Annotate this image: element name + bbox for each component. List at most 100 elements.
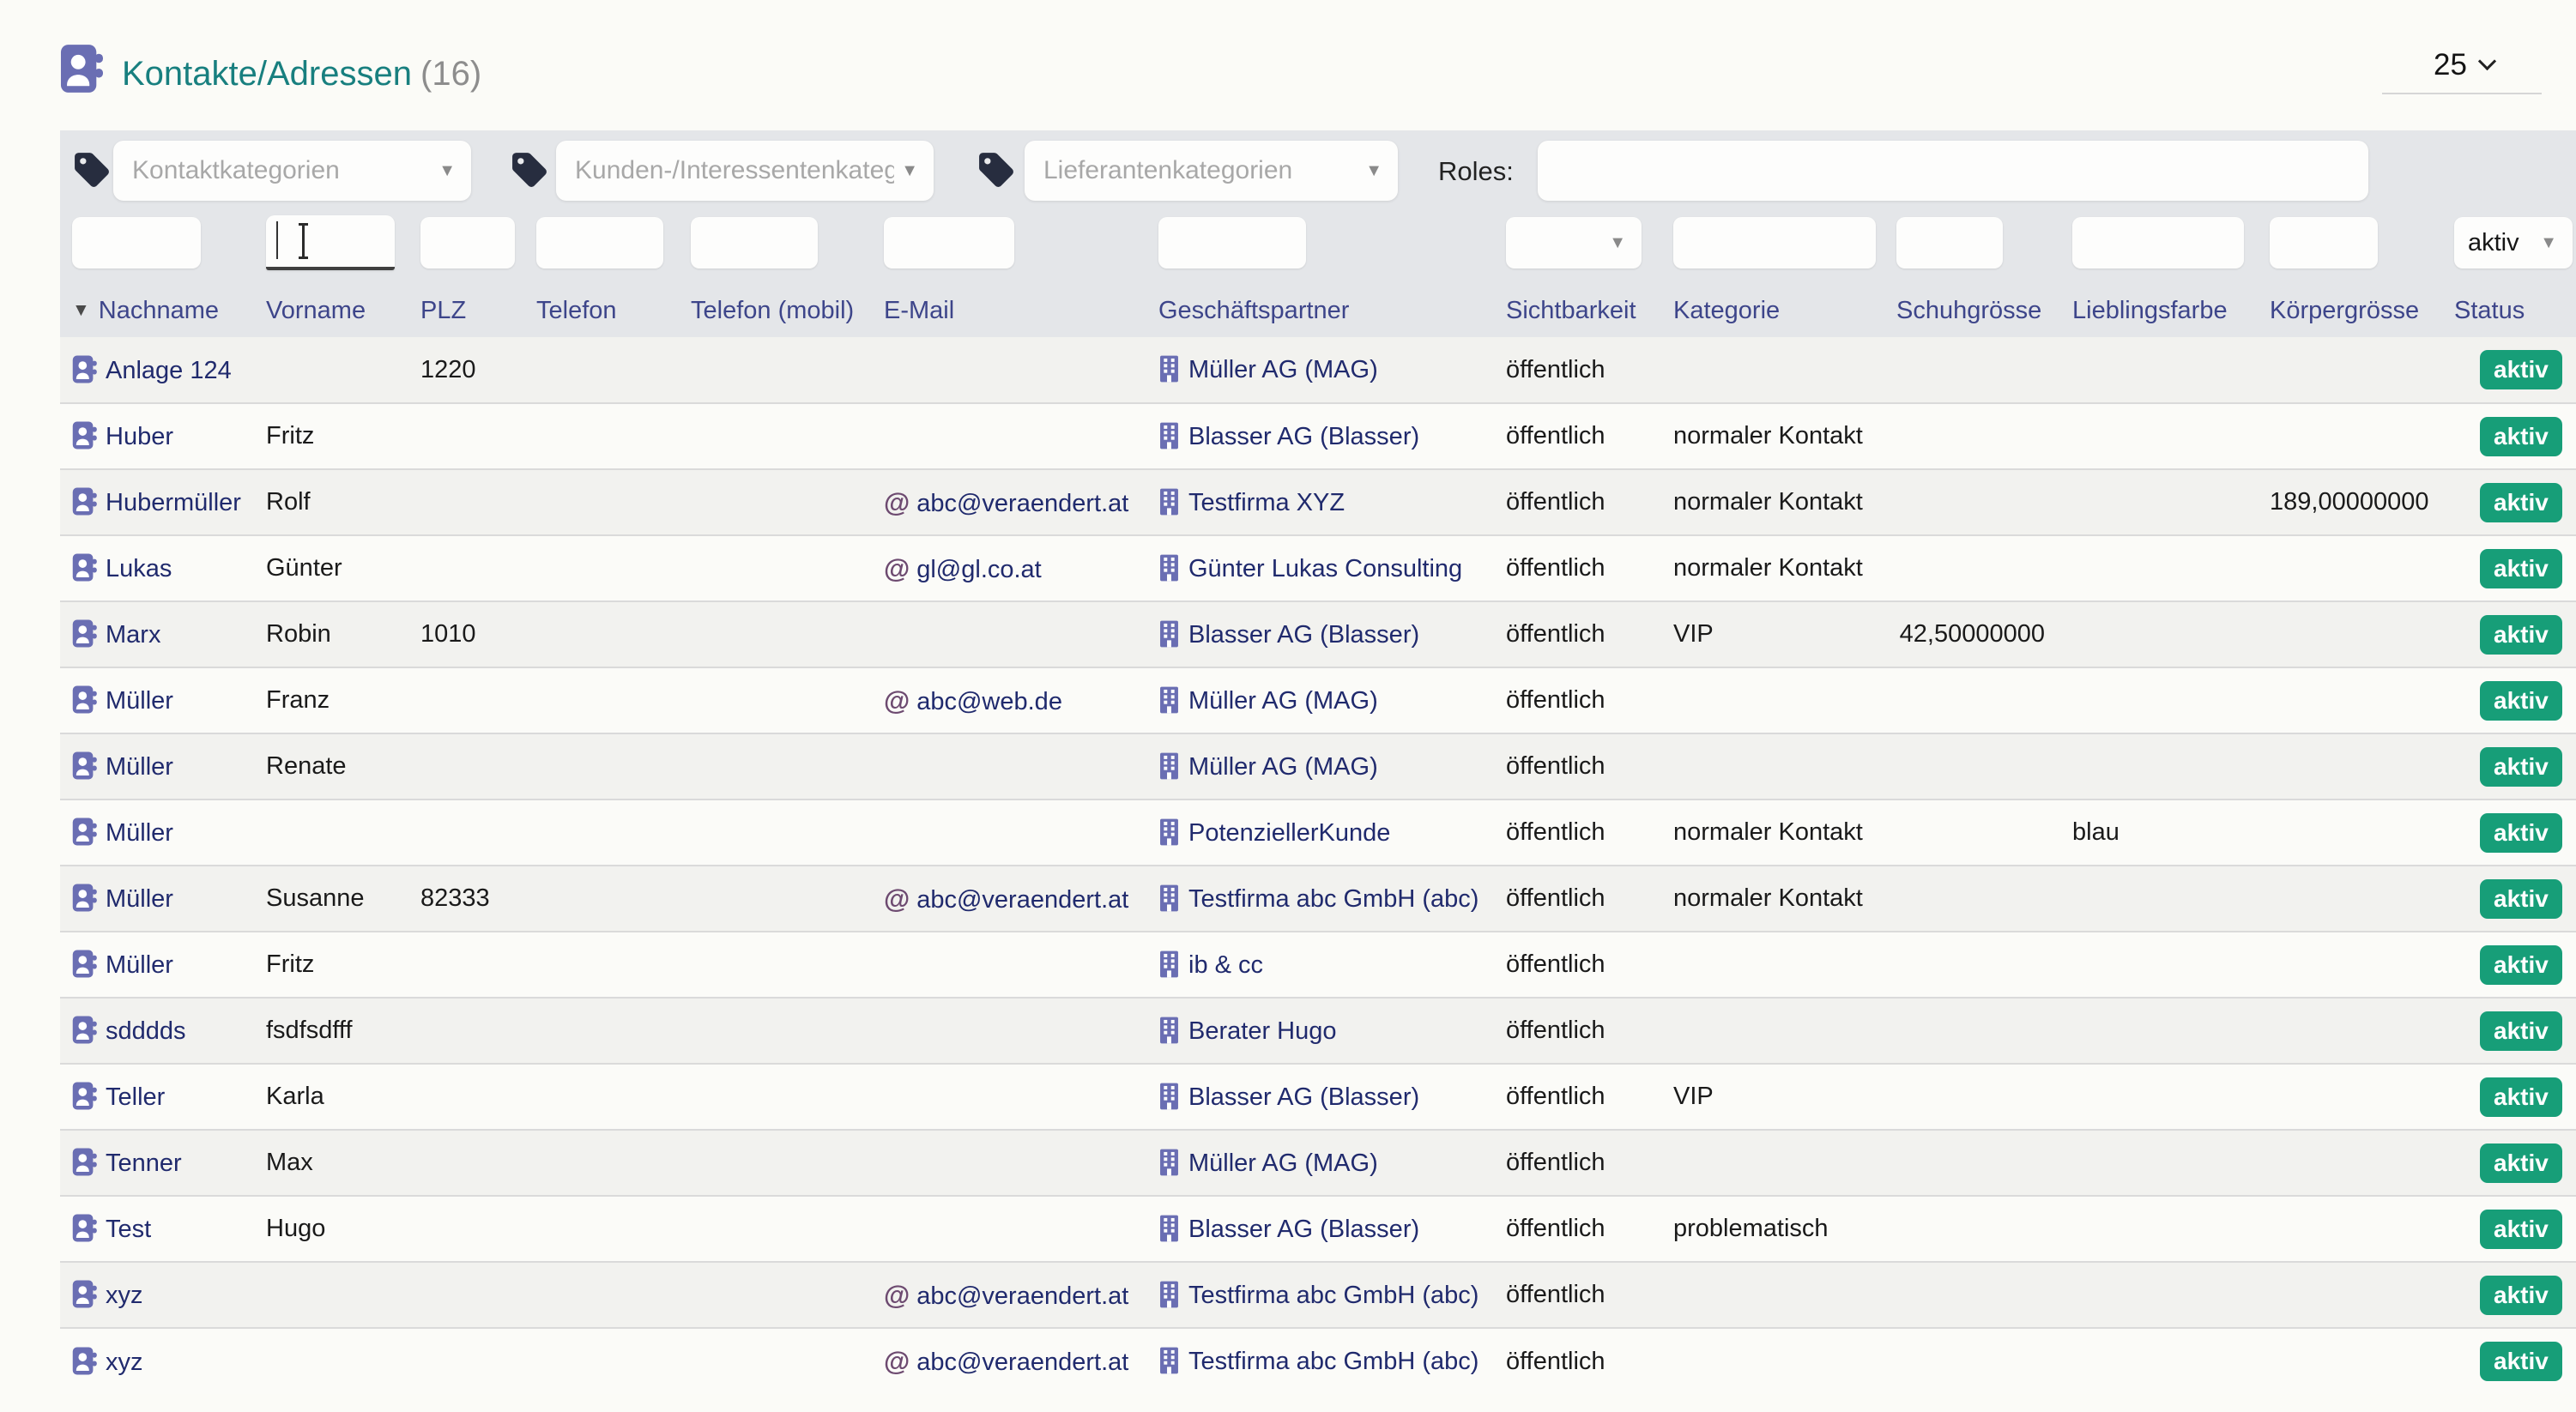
- table-row[interactable]: sddddsfsdfsdfffBerater Hugoöffentlichakt…: [60, 998, 2576, 1064]
- building-icon: [1158, 1215, 1180, 1242]
- column-header-kategorie[interactable]: Kategorie: [1665, 273, 1888, 337]
- column-header-email[interactable]: E-Mail: [875, 273, 1150, 337]
- vorname-filter-input[interactable]: [266, 215, 395, 270]
- contact-link[interactable]: Test: [106, 1216, 151, 1243]
- column-header-sichtbarkeit[interactable]: Sichtbarkeit: [1497, 273, 1665, 337]
- column-header-plz[interactable]: PLZ: [412, 273, 528, 337]
- table-row[interactable]: HuberFritzBlasser AG (Blasser)öffentlich…: [60, 403, 2576, 469]
- lieferanten-placeholder: Lieferantenkategorien: [1043, 156, 1358, 185]
- contact-link[interactable]: Müller: [106, 753, 173, 781]
- partner-link[interactable]: Günter Lukas Consulting: [1188, 555, 1462, 582]
- column-header-schuhgroesse[interactable]: Schuhgrösse: [1888, 273, 2064, 337]
- table-row[interactable]: TestHugoBlasser AG (Blasser)öffentlichpr…: [60, 1196, 2576, 1262]
- email-link[interactable]: gl@gl.co.at: [916, 556, 1042, 583]
- column-header-telefon_mobil[interactable]: Telefon (mobil): [682, 273, 875, 337]
- partner-link[interactable]: Müller AG (MAG): [1188, 753, 1378, 781]
- contact-link[interactable]: xyz: [106, 1282, 143, 1309]
- column-header-vorname[interactable]: Vorname: [257, 273, 412, 337]
- contact-link[interactable]: Huber: [106, 423, 173, 450]
- column-header-koerpergroesse[interactable]: Körpergrösse: [2261, 273, 2446, 337]
- kunden-interessentenkategorien-select[interactable]: Kunden-/Interessentenkatego... ▼: [556, 141, 934, 201]
- cell-nachname: xyz: [60, 1328, 257, 1394]
- email-link[interactable]: abc@veraendert.at: [916, 1349, 1128, 1376]
- email-filter-input[interactable]: [884, 217, 1014, 269]
- column-header-nachname[interactable]: ▼Nachname: [60, 273, 257, 337]
- table-row[interactable]: Anlage 1241220Müller AG (MAG)öffentlicha…: [60, 337, 2576, 403]
- contact-link[interactable]: sdddds: [106, 1017, 186, 1045]
- cell-lieblingsfarbe: [2064, 1130, 2261, 1196]
- contact-link[interactable]: Marx: [106, 621, 160, 649]
- table-row[interactable]: MüllerPotenziellerKundeöffentlichnormale…: [60, 800, 2576, 866]
- partner-link[interactable]: Blasser AG (Blasser): [1188, 423, 1419, 450]
- table-row[interactable]: xyz@abc@veraendert.atTestfirma abc GmbH …: [60, 1262, 2576, 1328]
- cell-value: Fritz: [266, 950, 314, 978]
- partner-link[interactable]: Blasser AG (Blasser): [1188, 1216, 1419, 1243]
- table-row[interactable]: xyz@abc@veraendert.atTestfirma abc GmbH …: [60, 1328, 2576, 1394]
- cell-sichtbarkeit: öffentlich: [1497, 866, 1665, 932]
- page-title: Kontakte/Adressen(16): [122, 55, 481, 94]
- telefon-filter-input[interactable]: [536, 217, 663, 269]
- partner-link[interactable]: Testfirma XYZ: [1188, 489, 1345, 516]
- geschaeftspartner-filter-input[interactable]: [1158, 217, 1306, 269]
- lieblingsfarbe-filter-input[interactable]: [2072, 217, 2244, 269]
- partner-link[interactable]: PotenziellerKunde: [1188, 819, 1390, 847]
- contact-link[interactable]: Müller: [106, 951, 173, 979]
- contact-link[interactable]: Müller: [106, 885, 173, 913]
- page-size-select[interactable]: 25: [2434, 48, 2494, 82]
- contact-link[interactable]: Anlage 124: [106, 357, 232, 384]
- schuhgroesse-filter-input[interactable]: [1896, 217, 2003, 269]
- cell-value: normaler Kontakt: [1673, 422, 1863, 450]
- nachname-filter-input[interactable]: [72, 217, 201, 269]
- partner-link[interactable]: Müller AG (MAG): [1188, 356, 1378, 383]
- email-link[interactable]: abc@veraendert.at: [916, 886, 1128, 914]
- partner-link[interactable]: Müller AG (MAG): [1188, 1150, 1378, 1177]
- contact-link[interactable]: Müller: [106, 687, 173, 715]
- column-header-lieblingsfarbe[interactable]: Lieblingsfarbe: [2064, 273, 2261, 337]
- partner-link[interactable]: Testfirma abc GmbH (abc): [1188, 1348, 1478, 1375]
- email-link[interactable]: abc@veraendert.at: [916, 1282, 1128, 1310]
- status-filter-select[interactable]: aktiv▼: [2454, 217, 2573, 269]
- partner-link[interactable]: Berater Hugo: [1188, 1017, 1337, 1045]
- telefon_mobil-filter-input[interactable]: [691, 217, 818, 269]
- contact-link[interactable]: Müller: [106, 819, 173, 847]
- cell-telefon: [528, 667, 682, 733]
- kontaktkategorien-select[interactable]: Kontaktkategorien ▼: [113, 141, 471, 201]
- table-row[interactable]: HubermüllerRolf@abc@veraendert.atTestfir…: [60, 469, 2576, 535]
- building-icon: [1158, 686, 1180, 714]
- table-row[interactable]: MüllerFranz@abc@web.deMüller AG (MAG)öff…: [60, 667, 2576, 733]
- koerpergroesse-filter-input[interactable]: [2270, 217, 2378, 269]
- partner-link[interactable]: Testfirma abc GmbH (abc): [1188, 885, 1478, 913]
- kategorie-filter-input[interactable]: [1673, 217, 1876, 269]
- cell-nachname: Test: [60, 1196, 257, 1262]
- lieferantenkategorien-select[interactable]: Lieferantenkategorien ▼: [1025, 141, 1398, 201]
- email-link[interactable]: abc@web.de: [916, 688, 1062, 715]
- contact-link[interactable]: Lukas: [106, 555, 172, 582]
- plz-filter-input[interactable]: [420, 217, 515, 269]
- contact-link[interactable]: Hubermüller: [106, 489, 241, 516]
- table-row[interactable]: LukasGünter@gl@gl.co.atGünter Lukas Cons…: [60, 535, 2576, 601]
- partner-link[interactable]: Blasser AG (Blasser): [1188, 1083, 1419, 1111]
- table-row[interactable]: MüllerRenateMüller AG (MAG)öffentlichakt…: [60, 733, 2576, 800]
- table-row[interactable]: MüllerSusanne82333@abc@veraendert.atTest…: [60, 866, 2576, 932]
- column-header-telefon[interactable]: Telefon: [528, 273, 682, 337]
- sichtbarkeit-filter-select[interactable]: ▼: [1506, 217, 1642, 269]
- contact-link[interactable]: xyz: [106, 1349, 143, 1376]
- cell-sichtbarkeit: öffentlich: [1497, 733, 1665, 800]
- contact-link[interactable]: Tenner: [106, 1150, 182, 1177]
- roles-input[interactable]: [1538, 141, 2368, 201]
- partner-link[interactable]: Testfirma abc GmbH (abc): [1188, 1282, 1478, 1309]
- table-row[interactable]: MüllerFritzib & ccöffentlichaktiv: [60, 932, 2576, 998]
- partner-link[interactable]: Blasser AG (Blasser): [1188, 621, 1419, 649]
- partner-link[interactable]: ib & cc: [1188, 951, 1263, 979]
- email-link[interactable]: abc@veraendert.at: [916, 490, 1128, 517]
- column-header-status[interactable]: Status: [2446, 273, 2576, 337]
- cell-vorname: Renate: [257, 733, 412, 800]
- table-row[interactable]: MarxRobin1010Blasser AG (Blasser)öffentl…: [60, 601, 2576, 667]
- cell-koerpergroesse: [2261, 1262, 2446, 1328]
- column-header-geschaeftspartner[interactable]: Geschäftspartner: [1150, 273, 1497, 337]
- table-row[interactable]: TennerMaxMüller AG (MAG)öffentlichaktiv: [60, 1130, 2576, 1196]
- table-row[interactable]: TellerKarlaBlasser AG (Blasser)öffentlic…: [60, 1064, 2576, 1130]
- cell-value: öffentlich: [1506, 422, 1605, 450]
- partner-link[interactable]: Müller AG (MAG): [1188, 687, 1378, 715]
- contact-link[interactable]: Teller: [106, 1083, 165, 1111]
